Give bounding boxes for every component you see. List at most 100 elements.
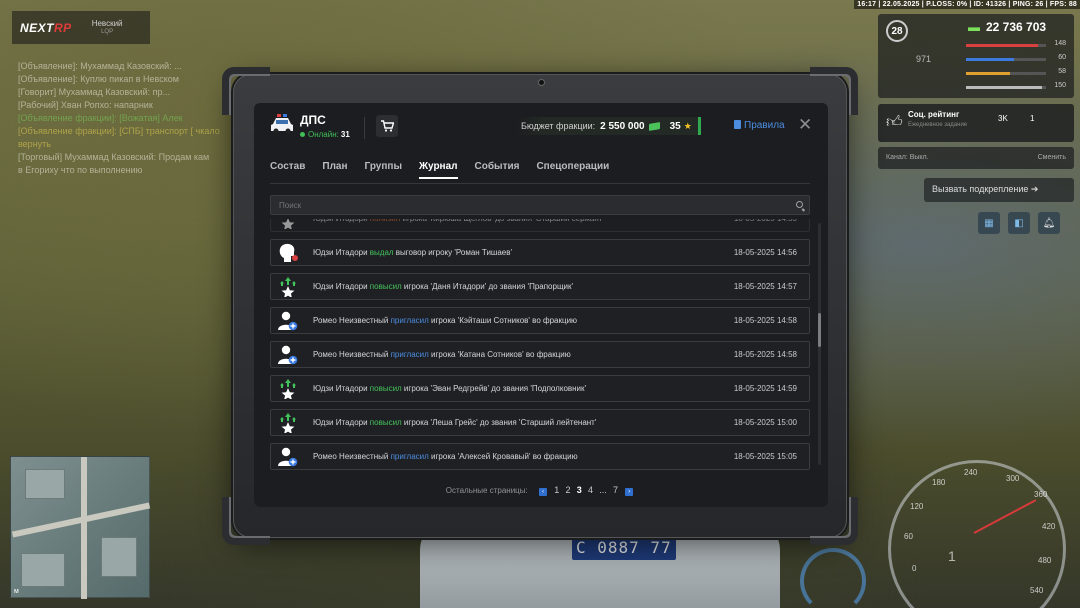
tab-groups[interactable]: Группы (365, 161, 402, 179)
next-page-button[interactable]: › (625, 488, 634, 496)
channel-label: Канал: Выкл. (886, 154, 929, 161)
chat-log: [Объявление]: Мухаммад Казовский: ... [О… (18, 60, 233, 177)
prev-page-button[interactable]: ‹ (538, 488, 547, 496)
speed-tick: 0 (912, 564, 917, 573)
media-icon[interactable]: ◧ (1008, 212, 1030, 234)
online-dot-icon (300, 132, 305, 138)
online-count: 31 (340, 130, 350, 139)
budget-amount: 2 550 000 (600, 120, 645, 132)
radio-channel[interactable]: Канал: Выкл. Сменить (878, 147, 1074, 169)
page-ellipsis: ... (599, 485, 607, 495)
chat-line: в Егориху что по выполнению (18, 165, 143, 175)
hunger-bar (966, 72, 1046, 75)
search-input[interactable] (279, 201, 779, 210)
chat-line: [Объявление]: Куплю пикап в Невском (18, 74, 179, 84)
page-link-current[interactable]: 3 (577, 485, 582, 495)
journal-entry-text: Ромео Неизвестный пригласил игрока 'Кэйт… (313, 316, 577, 325)
page-link[interactable]: 4 (588, 485, 593, 495)
entry-action: пригласил (390, 316, 429, 325)
search-icon[interactable] (796, 201, 803, 208)
minimap[interactable]: м (10, 456, 151, 599)
rules-link[interactable]: Правила (734, 120, 785, 131)
entry-details: игрока 'Даня Итадори' до звания 'Прапорщ… (401, 282, 574, 291)
entry-timestamp: 18-05-2025 14:55 (734, 219, 797, 223)
promote-icon (277, 219, 299, 230)
social-rating-panel[interactable]: 👍︎ Соц. рейтинг Ежедневное задание 3K 1 (878, 104, 1074, 142)
journal-entry-text: Ромео Неизвестный пригласил игрока 'Ката… (313, 350, 571, 359)
channel-change-button[interactable]: Сменить (1038, 154, 1066, 162)
stat-value: 60 (1058, 54, 1066, 61)
chat-line: [Объявление фракции]: [Вожатая] Алек (18, 113, 183, 123)
scrollbar-thumb[interactable] (818, 313, 821, 347)
speed-tick: 300 (1006, 474, 1020, 483)
tab-special-operations[interactable]: Спецоперации (536, 161, 609, 179)
entry-author: Юдзи Итадори (313, 248, 370, 257)
speed-tick: 240 (964, 468, 978, 477)
police-car-icon (271, 114, 293, 134)
speed-tick: 120 (910, 502, 924, 511)
tab-plan[interactable]: План (322, 161, 347, 179)
chat-line: [Объявление]: Мухаммад Казовский: ... (18, 61, 182, 71)
chat-line: вернуть (18, 139, 51, 149)
tab-composition[interactable]: Состав (270, 161, 305, 179)
entry-timestamp: 18-05-2025 14:57 (733, 282, 797, 291)
promote-icon (277, 379, 299, 400)
entry-action: понизил (370, 219, 400, 223)
journal-row: Ромео Неизвестный пригласил игрока 'Кэйт… (270, 307, 810, 334)
tablet-header: ДПС Онлайн: 31 Бюджет фракции: 2 550 000 … (254, 103, 828, 151)
document-icon (734, 120, 741, 129)
invite-icon (277, 311, 299, 331)
tab-events[interactable]: События (475, 161, 520, 179)
speed-tick: 60 (904, 532, 913, 541)
notification-bell-icon[interactable]: 🔔︎ (1038, 212, 1060, 234)
entry-author: Ромео Неизвестный (313, 350, 391, 359)
entry-author: Юдзи Итадори (313, 418, 370, 427)
pagination-label: Остальные страницы: (445, 486, 528, 495)
chat-line: [Объявление фракции]: [СПБ] транспорт [ … (18, 126, 220, 136)
budget-label: Бюджет фракции: (521, 121, 596, 131)
entry-timestamp: 18-05-2025 14:58 (733, 316, 797, 325)
journal-row: Юдзи Итадори повысил игрока 'Даня Итадор… (270, 273, 810, 300)
calendar-icon[interactable]: ▦ (978, 212, 1000, 234)
entry-action: повысил (369, 384, 402, 393)
map-marker-label: м (14, 588, 19, 595)
tab-journal[interactable]: Журнал (418, 161, 458, 179)
thumbs-up-icon: 👍︎ (886, 114, 903, 131)
close-button[interactable]: ✕ (798, 115, 812, 135)
journal-row: Юдзи Итадори повысил игрока 'Эван Редгре… (270, 375, 810, 402)
call-backup-button[interactable]: Вызвать подкрепление ➔ (924, 178, 1074, 202)
entry-timestamp: 18-05-2025 15:00 (733, 418, 797, 427)
page-link[interactable]: 1 (554, 485, 559, 495)
level-badge: 28 (886, 20, 908, 42)
page-link[interactable]: 7 (613, 485, 618, 495)
entry-timestamp: 18-05-2025 15:05 (733, 452, 797, 461)
entry-author: Ромео Неизвестный (313, 316, 391, 325)
social-title: Соц. рейтинг (908, 110, 960, 119)
search-field[interactable] (270, 195, 810, 215)
fuel-gauge (800, 548, 866, 608)
speed-tick: 540 (1030, 586, 1044, 595)
speedometer: 240 300 180 360 120 420 60 480 0 540 1 (888, 460, 1066, 608)
stamina-bar (966, 86, 1046, 89)
brand-logo: NEXTRP (20, 20, 72, 35)
entry-author: Юдзи Итадори (313, 384, 370, 393)
entry-details: игрока 'Эван Редгрейв' до звания 'Подпол… (401, 384, 587, 393)
journal-row: Юдзи Итадори выдал выговор игроку 'Роман… (270, 239, 810, 266)
entry-action: пригласил (390, 350, 429, 359)
faction-tablet: ДПС Онлайн: 31 Бюджет фракции: 2 550 000 … (222, 67, 858, 545)
cash-icon: ▬ (968, 20, 980, 34)
journal-entry-text: Юдзи Итадори повысил игрока 'Леша Грейс'… (313, 418, 596, 427)
shop-button[interactable] (376, 115, 398, 137)
journal-row: Ромео Неизвестный пригласил игрока 'Алек… (270, 443, 810, 470)
faction-name: ДПС (300, 113, 326, 127)
page-link[interactable]: 2 (565, 485, 570, 495)
entry-author: Юдзи Итадори (313, 219, 370, 223)
journal-scrollbar[interactable] (818, 223, 821, 465)
invite-icon (277, 447, 299, 467)
entry-details: игрока 'Алексей Кровавый' во фракцию (428, 452, 578, 461)
faction-budget: Бюджет фракции: 2 550 000 35 ★ (517, 117, 701, 135)
journal-entry-text: Юдзи Итадори повысил игрока 'Эван Редгре… (313, 384, 586, 393)
online-indicator: Онлайн: 31 (300, 130, 350, 139)
journal-entry-text: Юдзи Итадори выдал выговор игроку 'Роман… (313, 248, 512, 257)
cash-icon (648, 121, 660, 131)
